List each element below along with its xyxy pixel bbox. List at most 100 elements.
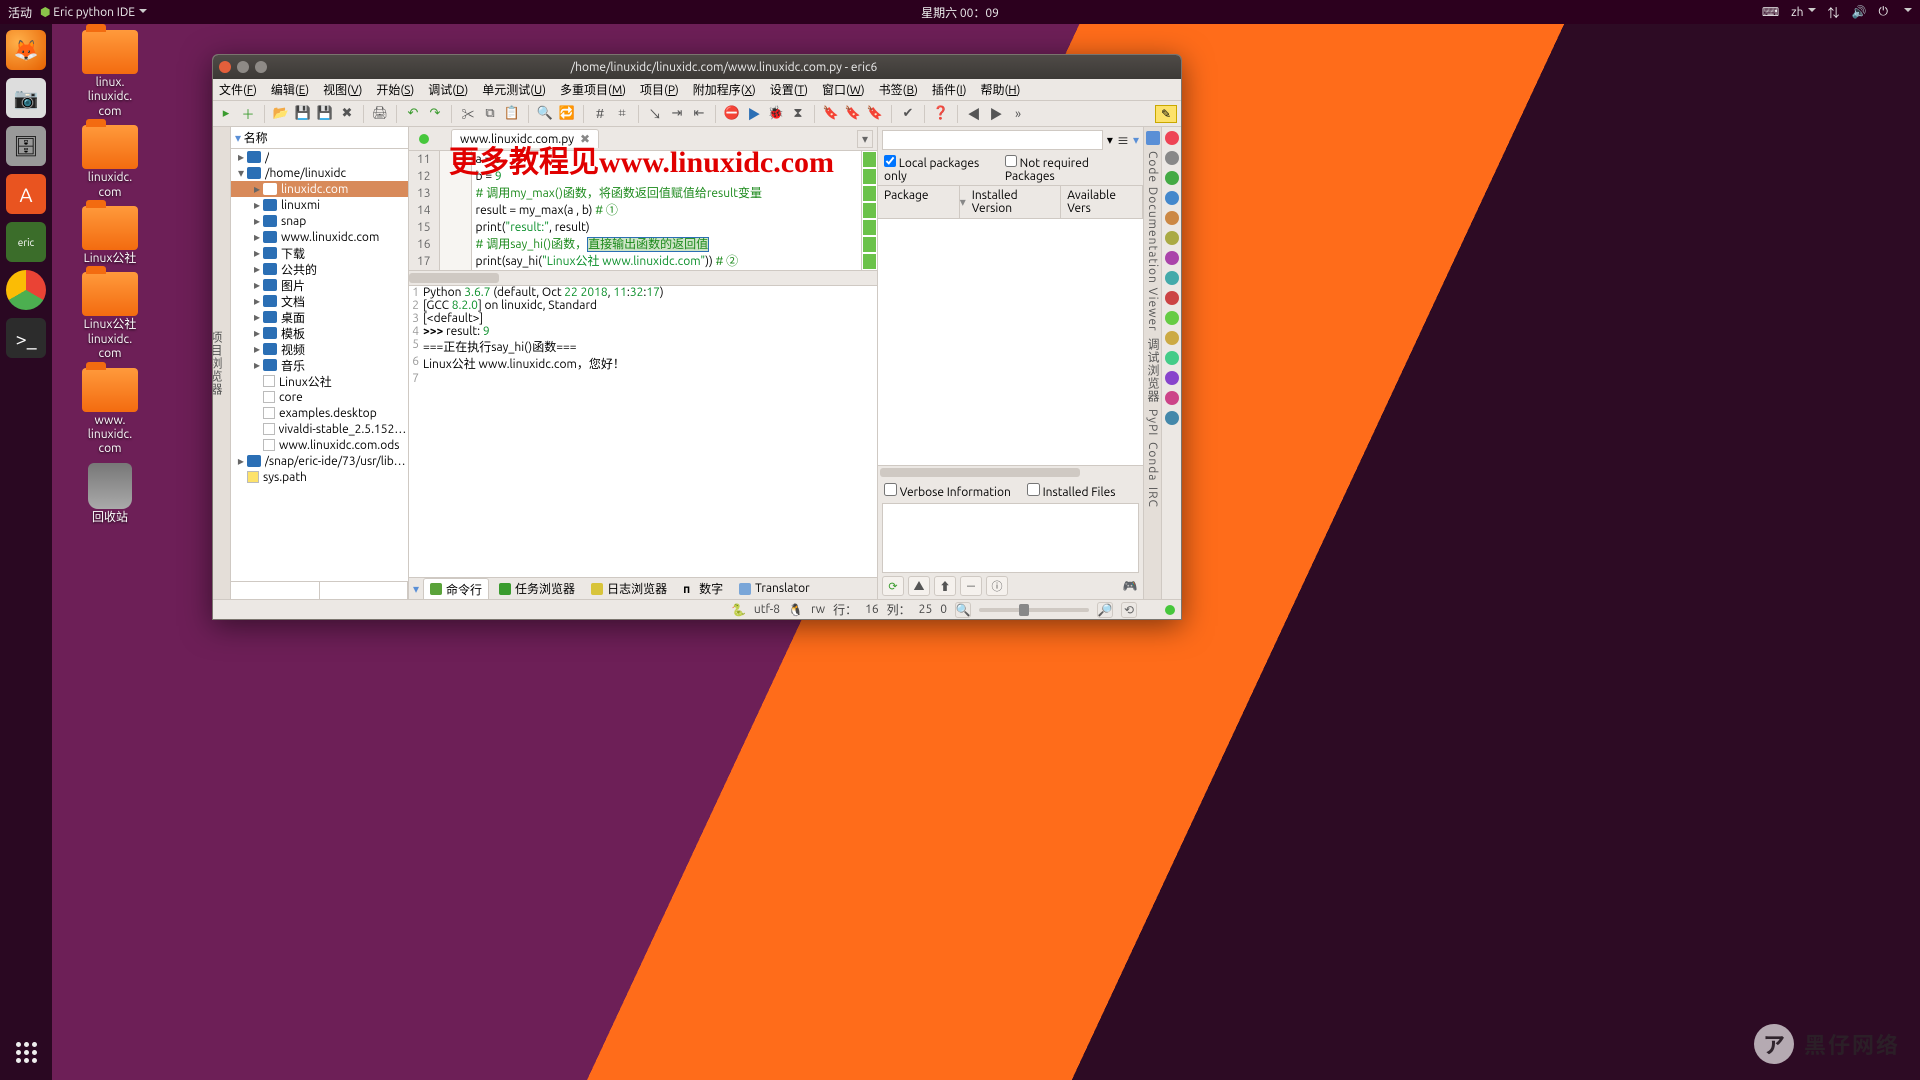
tab-close-icon[interactable]: ✖ xyxy=(580,132,590,146)
bottom-tab[interactable]: π数字 xyxy=(677,578,729,599)
tree-header[interactable]: ▾ 名称 xyxy=(231,127,408,149)
edit-mode-icon[interactable]: ✎ xyxy=(1155,105,1177,123)
bug-violet-icon[interactable] xyxy=(1165,371,1179,385)
tree-row[interactable]: ▸公共的 xyxy=(231,261,408,277)
cut-icon[interactable]: ✂ xyxy=(459,105,477,123)
tree-twisty-icon[interactable]: ▸ xyxy=(251,310,263,324)
chrome-icon[interactable] xyxy=(6,270,46,310)
desktop-icon[interactable]: www. linuxidc. com xyxy=(60,368,160,457)
code-editor[interactable]: 更多教程见www.linuxidc.com 11121314151617 a =… xyxy=(409,151,877,271)
paste-icon[interactable]: 📋 xyxy=(503,105,521,123)
code-area[interactable]: a = 6 b = 9 # 调用my_max()函数，将函数返回值赋值给resu… xyxy=(472,151,861,270)
clock[interactable]: 星期六 00：09 xyxy=(921,4,999,21)
tree-row[interactable]: examples.desktop xyxy=(231,405,408,421)
terminal-icon[interactable]: >_ xyxy=(6,318,46,358)
menu-item[interactable]: 编辑(E) xyxy=(271,81,309,98)
package-details[interactable] xyxy=(882,503,1139,573)
tree-twisty-icon[interactable]: ▸ xyxy=(251,278,263,292)
run-script-icon[interactable]: ▶ xyxy=(745,105,763,123)
replace-icon[interactable]: 🔁 xyxy=(558,105,576,123)
search-icon[interactable]: 🔍 xyxy=(536,105,554,123)
left-sidetabs[interactable]: 项目浏览器 多重项目浏览器 模板浏览器 文件浏览器 xyxy=(213,127,231,599)
profile-icon[interactable]: ⧗ xyxy=(789,105,807,123)
bug-purple-icon[interactable] xyxy=(1165,251,1179,265)
menubar[interactable]: 文件(F)编辑(E)视图(V)开始(S)调试(D)单元测试(U)多重项目(M)项… xyxy=(213,79,1181,101)
app-menu[interactable]: ⬢ Eric python IDE xyxy=(40,5,147,19)
tree-row[interactable]: ▸图片 xyxy=(231,277,408,293)
zoom-reset-icon[interactable]: ⟲ xyxy=(1121,602,1137,618)
verbose-checkbox[interactable]: Verbose Information xyxy=(884,483,1011,499)
window-close-icon[interactable] xyxy=(219,61,231,73)
tree-row[interactable]: ▸下载 xyxy=(231,245,408,261)
zoom-slider[interactable] xyxy=(979,608,1089,612)
upgrade-icon[interactable]: ▲ xyxy=(908,576,930,596)
save-icon[interactable]: 💾 xyxy=(294,105,312,123)
tree-row[interactable]: ▸音乐 xyxy=(231,357,408,373)
menu-item[interactable]: 书签(B) xyxy=(879,81,918,98)
zoom-in-icon[interactable]: 🔎 xyxy=(1097,602,1113,618)
right-sidetabs[interactable]: Code Documentation Viewer 调试浏览器 PyPI Con… xyxy=(1143,127,1161,599)
firefox-icon[interactable]: 🦊 xyxy=(6,30,46,70)
tree-twisty-icon[interactable]: ▸ xyxy=(251,358,263,372)
main-toolbar[interactable]: ▸ ＋ 📂 💾 💾 ✖ 🖨 ↶ ↷ ✂ ⧉ 📋 🔍 🔁 # ⌗ ↘ ⇥ ⇤ ⛔ … xyxy=(213,101,1181,127)
package-table[interactable] xyxy=(878,219,1143,465)
tree-twisty-icon[interactable]: ▸ xyxy=(235,150,247,164)
bookmark-icon[interactable]: 🔖 xyxy=(822,105,840,123)
camera-icon[interactable]: 📷 xyxy=(6,78,46,118)
titlebar[interactable]: /home/linuxidc/linuxidc.com/www.linuxidc… xyxy=(213,55,1181,79)
bug-blue-icon[interactable] xyxy=(1165,191,1179,205)
bug-orange-icon[interactable] xyxy=(1165,211,1179,225)
tree-row[interactable]: ▸文档 xyxy=(231,293,408,309)
window-maximize-icon[interactable] xyxy=(255,61,267,73)
desktop-icon[interactable]: Linux公社 xyxy=(60,206,160,266)
ext-prev-icon[interactable]: ◀ xyxy=(965,105,983,123)
bottom-tab[interactable]: Translator xyxy=(733,580,816,597)
new-icon[interactable]: ＋ xyxy=(239,105,257,123)
tree-row[interactable]: ▸linuxidc.com xyxy=(231,181,408,197)
tree-twisty-icon[interactable]: ▸ xyxy=(251,326,263,340)
unindent-icon[interactable]: ⇤ xyxy=(690,105,708,123)
sidetab-debug[interactable]: 调试浏览器 xyxy=(1144,338,1161,403)
desktop-icon[interactable]: 回收站 xyxy=(60,463,160,525)
undo-icon[interactable]: ↶ xyxy=(404,105,422,123)
menu-item[interactable]: 开始(S) xyxy=(376,81,414,98)
tree-twisty-icon[interactable]: ▸ xyxy=(251,294,263,308)
activities-button[interactable]: 活动 xyxy=(8,4,32,21)
tree-row[interactable]: ▸桌面 xyxy=(231,309,408,325)
bug-gray-icon[interactable] xyxy=(1165,151,1179,165)
debug-toolbar[interactable] xyxy=(1161,127,1181,599)
bottom-tab[interactable]: 命令行 xyxy=(423,578,489,600)
software-icon[interactable]: A xyxy=(6,174,46,214)
menu-item[interactable]: 多重项目(M) xyxy=(560,81,626,98)
stop-icon[interactable]: ⛔ xyxy=(723,105,741,123)
hamburger-icon[interactable]: ≡ xyxy=(1117,132,1129,149)
tree-row[interactable]: ▸/ xyxy=(231,149,408,165)
tree-twisty-icon[interactable]: ▸ xyxy=(251,262,263,276)
menu-item[interactable]: 文件(F) xyxy=(219,81,257,98)
tree-twisty-icon[interactable]: ▸ xyxy=(251,182,263,196)
tree-row[interactable]: vivaldi-stable_2.5.1525.4 xyxy=(231,421,408,437)
tree-row[interactable]: ▸www.linuxidc.com xyxy=(231,229,408,245)
package-hscrollbar[interactable] xyxy=(878,465,1143,479)
menu-item[interactable]: 窗口(W) xyxy=(822,81,865,98)
info-icon[interactable]: ⓘ xyxy=(986,576,1008,596)
local-packages-checkbox[interactable]: Local packages only xyxy=(884,155,1001,183)
tree-twisty-icon[interactable]: ▸ xyxy=(251,198,263,212)
ext-next-icon[interactable]: ▶ xyxy=(987,105,1005,123)
print-icon[interactable]: 🖨 xyxy=(371,105,389,123)
bottom-tab[interactable]: 任务浏览器 xyxy=(493,578,581,599)
whatsthis-icon[interactable]: ❓ xyxy=(932,105,950,123)
tree-row[interactable]: ▸snap xyxy=(231,213,408,229)
sidetab-codedoc[interactable]: Code Documentation Viewer xyxy=(1146,151,1159,332)
window-minimize-icon[interactable] xyxy=(237,61,249,73)
tree-twisty-icon[interactable]: ▸ xyxy=(251,342,263,356)
debug-icon[interactable]: 🐞 xyxy=(767,105,785,123)
bug-pink-icon[interactable] xyxy=(1165,391,1179,405)
uninstall-icon[interactable]: － xyxy=(960,576,982,596)
fold-column[interactable] xyxy=(440,151,472,270)
package-filter-input[interactable] xyxy=(882,130,1103,150)
menu-item[interactable]: 帮助(H) xyxy=(980,81,1020,98)
menu-item[interactable]: 视图(V) xyxy=(323,81,362,98)
installed-files-checkbox[interactable]: Installed Files xyxy=(1027,483,1116,499)
tree-twisty-icon[interactable]: ▸ xyxy=(251,214,263,228)
